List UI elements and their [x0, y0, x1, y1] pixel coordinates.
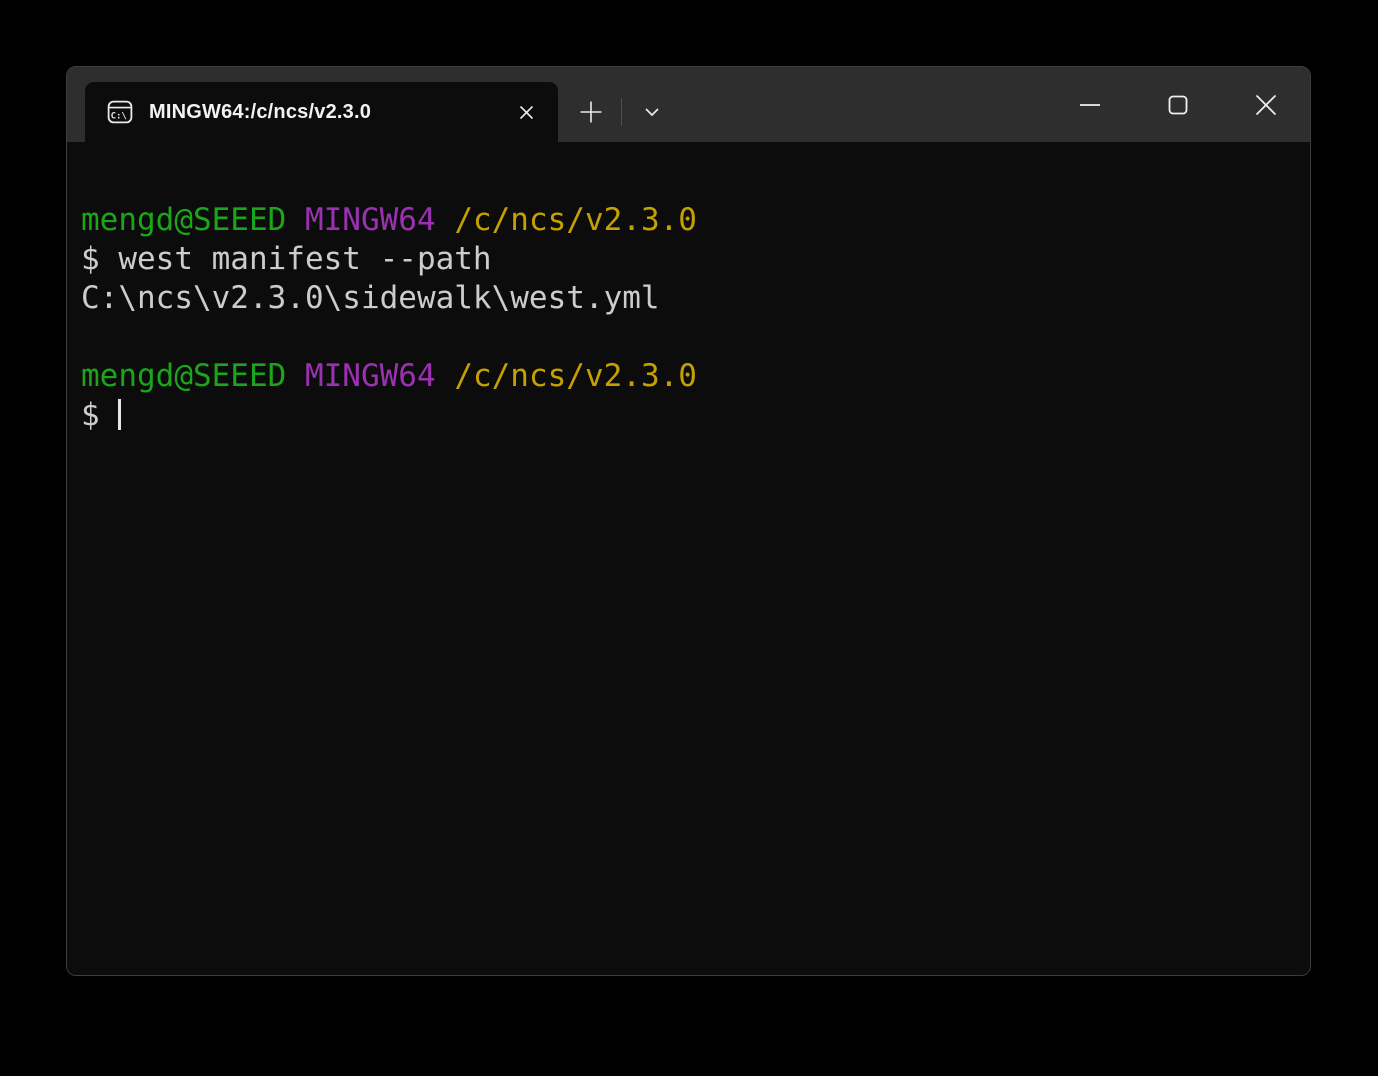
chevron-down-icon [641, 101, 663, 123]
tab-close-button[interactable] [508, 94, 544, 130]
terminal-window: C:\ MINGW64:/c/ncs/v2.3.0 [66, 66, 1311, 976]
window-controls [1046, 67, 1310, 142]
tab-bar: C:\ MINGW64:/c/ncs/v2.3.0 [67, 67, 675, 142]
terminal-output[interactable]: mengd@SEEED MINGW64 /c/ncs/v2.3.0$ west … [67, 142, 1310, 975]
tab-title: MINGW64:/c/ncs/v2.3.0 [149, 101, 508, 124]
terminal-line: $ west manifest --path [81, 240, 1296, 279]
maximize-button[interactable] [1134, 67, 1222, 142]
close-icon [1254, 93, 1278, 117]
tab-mingw64[interactable]: C:\ MINGW64:/c/ncs/v2.3.0 [85, 82, 558, 142]
plus-icon [579, 100, 603, 124]
tab-bar-divider [621, 98, 622, 126]
terminal-line: mengd@SEEED MINGW64 /c/ncs/v2.3.0 [81, 201, 1296, 240]
svg-text:C:\: C:\ [111, 112, 127, 122]
terminal-line: C:\ncs\v2.3.0\sidewalk\west.yml [81, 279, 1296, 318]
close-button[interactable] [1222, 67, 1310, 142]
command-prompt-icon: C:\ [107, 99, 133, 125]
minimize-icon [1079, 94, 1101, 116]
tab-actions [568, 82, 675, 142]
title-bar[interactable]: C:\ MINGW64:/c/ncs/v2.3.0 [67, 67, 1310, 142]
new-tab-dropdown-button[interactable] [629, 89, 675, 135]
close-icon [517, 103, 536, 122]
terminal-line: mengd@SEEED MINGW64 /c/ncs/v2.3.0 [81, 357, 1296, 396]
terminal-line: $ [81, 396, 1296, 435]
terminal-cursor [118, 399, 121, 430]
terminal-line [81, 318, 1296, 357]
minimize-button[interactable] [1046, 67, 1134, 142]
maximize-icon [1167, 94, 1189, 116]
terminal-line [81, 162, 1296, 201]
new-tab-button[interactable] [568, 89, 614, 135]
